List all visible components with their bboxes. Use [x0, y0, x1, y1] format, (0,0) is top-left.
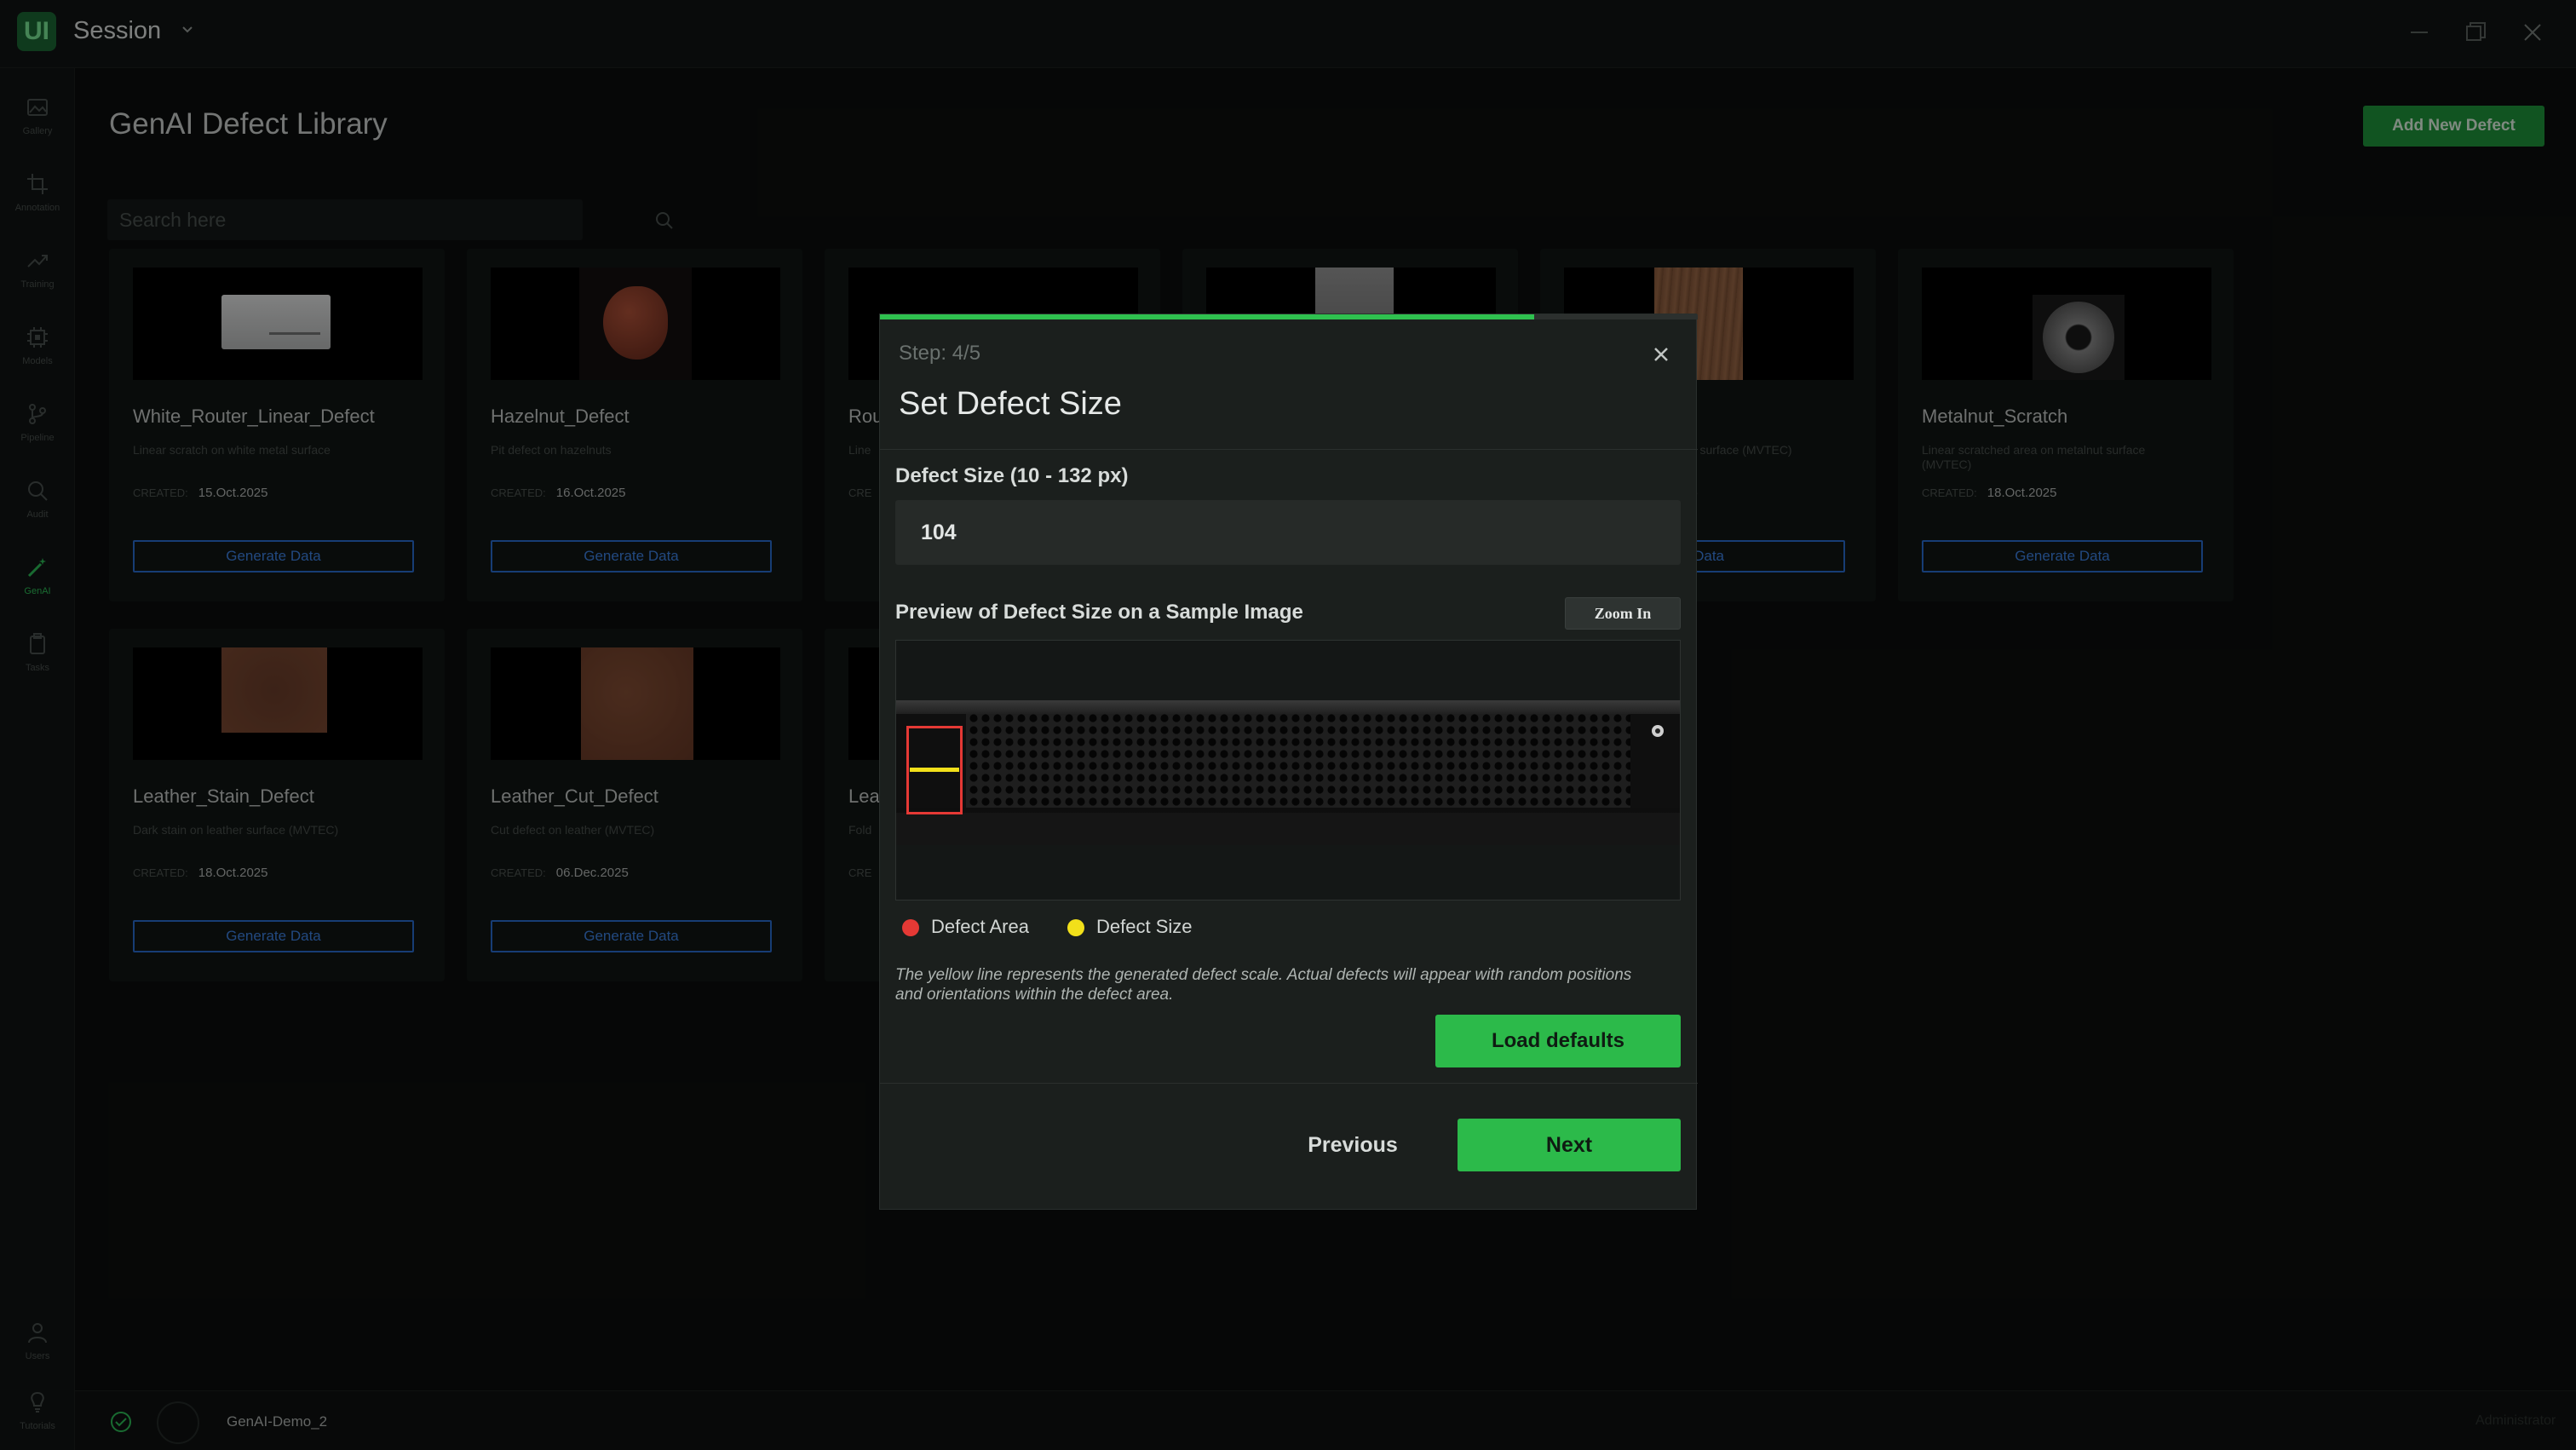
load-defaults-button[interactable]: Load defaults — [1435, 1015, 1681, 1067]
defect-size-input[interactable] — [895, 500, 1681, 565]
defect-size-label: Defect Size (10 - 132 px) — [895, 464, 1129, 487]
preview-label: Preview of Defect Size on a Sample Image — [895, 601, 1303, 624]
divider — [880, 1083, 1698, 1084]
step-label: Step: 4/5 — [899, 342, 981, 365]
set-defect-size-dialog: Step: 4/5 Set Defect Size Defect Size (1… — [879, 314, 1698, 1210]
step-progress-fill — [880, 314, 1534, 319]
router-sample-image — [896, 700, 1680, 845]
preview-image — [895, 640, 1681, 900]
defect-size-legend-label: Defect Size — [1096, 916, 1193, 937]
zoom-in-button[interactable]: Zoom In — [1565, 597, 1681, 630]
dialog-title: Set Defect Size — [899, 386, 1122, 422]
step-progress-track — [880, 314, 1698, 319]
previous-button[interactable]: Previous — [1255, 1119, 1451, 1171]
defect-size-line — [910, 768, 959, 772]
preview-note: The yellow line represents the generated… — [895, 966, 1632, 1004]
defect-area-legend-label: Defect Area — [931, 916, 1029, 937]
defect-area-legend-dot — [902, 919, 919, 936]
close-icon[interactable] — [1647, 340, 1676, 369]
defect-size-legend-dot — [1067, 919, 1084, 936]
next-button[interactable]: Next — [1458, 1119, 1681, 1171]
divider — [880, 449, 1698, 450]
